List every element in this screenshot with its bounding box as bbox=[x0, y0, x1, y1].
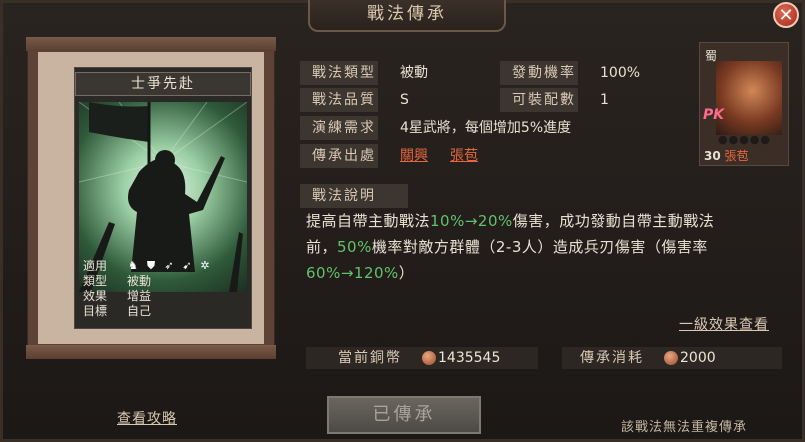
copper-coin-icon bbox=[422, 351, 436, 365]
cost-label: 傳承消耗 bbox=[580, 350, 644, 366]
attr-row-target: 目標 自己 bbox=[79, 303, 247, 318]
tactic-name: 士爭先赴 bbox=[75, 72, 251, 96]
faction-label: 蜀 bbox=[705, 49, 718, 63]
copper-amount: 1435545 bbox=[438, 350, 501, 366]
tactic-card: 士爭先赴 適用 ♞ ⛊ ➶ ➹ ✲ 類型 被動 效果 增益 目標 自己 bbox=[74, 67, 252, 329]
equip-slots-label: 可裝配數 bbox=[500, 88, 578, 112]
star-rating: ●●●●● bbox=[718, 133, 771, 146]
source-label: 傳承出處 bbox=[300, 144, 378, 168]
description-line: 60%→120%） bbox=[306, 264, 415, 282]
applicable-icons: ♞ ⛊ ➶ ➹ ✲ bbox=[119, 258, 211, 273]
cost-amount: 2000 bbox=[680, 350, 716, 366]
attr-row-type: 類型 被動 bbox=[79, 273, 247, 288]
tactic-type-label: 戰法類型 bbox=[300, 61, 378, 85]
trigger-rate-label: 發動機率 bbox=[500, 61, 578, 85]
window-title: 戰法傳承 bbox=[308, 0, 506, 32]
description-line: 前，50%機率對敵方群體（2-3人）造成兵刃傷害（傷害率 bbox=[306, 238, 708, 256]
scroll-rod-top bbox=[26, 37, 276, 51]
copper-label: 當前銅幣 bbox=[338, 350, 402, 366]
description-title: 戰法說明 bbox=[300, 184, 408, 208]
cost-bar: 傳承消耗 2000 bbox=[562, 347, 782, 369]
general-card[interactable]: 蜀 PK ●●●●● 30 張苞 bbox=[699, 42, 789, 166]
scroll-rod-bottom bbox=[26, 345, 276, 359]
equip-slots-value: 1 bbox=[600, 92, 609, 108]
attr-row-effect: 效果 增益 bbox=[79, 288, 247, 303]
description-line: 提高自帶主動戰法10%→20%傷害，成功發動自帶主動戰法 bbox=[306, 212, 715, 230]
source-general-link[interactable]: 張苞 bbox=[440, 144, 478, 168]
general-level: 30 bbox=[704, 149, 721, 163]
bow-icon: ➶ bbox=[164, 259, 174, 272]
copper-coin-icon bbox=[664, 351, 678, 365]
general-level-name: 30 張苞 bbox=[704, 147, 749, 164]
pk-badge: PK bbox=[703, 107, 725, 123]
general-portrait bbox=[716, 61, 782, 135]
training-label: 演練需求 bbox=[300, 116, 378, 140]
inherited-button[interactable]: 已傳承 bbox=[327, 396, 481, 434]
tactic-attributes: 適用 ♞ ⛊ ➶ ➹ ✲ 類型 被動 效果 增益 目標 自己 bbox=[79, 258, 247, 328]
copper-bar: 當前銅幣 1435545 bbox=[306, 347, 538, 369]
attr-row-applicable: 適用 ♞ ⛊ ➶ ➹ ✲ bbox=[79, 258, 247, 274]
cavalry-icon: ♞ bbox=[128, 259, 138, 272]
shield-icon: ⛊ bbox=[146, 258, 156, 272]
scroll-paper: 士爭先赴 適用 ♞ ⛊ ➶ ➹ ✲ 類型 被動 效果 增益 目標 自己 bbox=[38, 52, 264, 344]
wheel-icon: ✲ bbox=[200, 259, 210, 272]
level-effect-link[interactable]: 一級效果查看 bbox=[679, 314, 769, 334]
close-button[interactable]: ✕ bbox=[773, 2, 799, 28]
attr-key: 目標 bbox=[83, 304, 108, 318]
source-general-link[interactable]: 關興 bbox=[390, 144, 428, 168]
tactic-quality-label: 戰法品質 bbox=[300, 88, 378, 112]
attr-value: 自己 bbox=[127, 304, 152, 318]
view-guide-link[interactable]: 查看攻略 bbox=[117, 408, 177, 428]
description-text: 提高自帶主動戰法10%→20%傷害，成功發動自帶主動戰法 前，50%機率對敵方群… bbox=[306, 208, 792, 286]
tactic-quality-value: S bbox=[400, 92, 409, 108]
tactic-scroll: 士爭先赴 適用 ♞ ⛊ ➶ ➹ ✲ 類型 被動 效果 增益 目標 自己 bbox=[26, 37, 276, 359]
inherit-note: 該戰法無法重複傳承 bbox=[621, 420, 748, 435]
trigger-rate-value: 100% bbox=[600, 65, 641, 81]
spear-icon: ➹ bbox=[182, 259, 192, 272]
general-name: 張苞 bbox=[724, 149, 749, 163]
training-value: 4星武將，每個增加5%進度 bbox=[400, 120, 572, 136]
tactic-type-value: 被動 bbox=[400, 65, 428, 81]
